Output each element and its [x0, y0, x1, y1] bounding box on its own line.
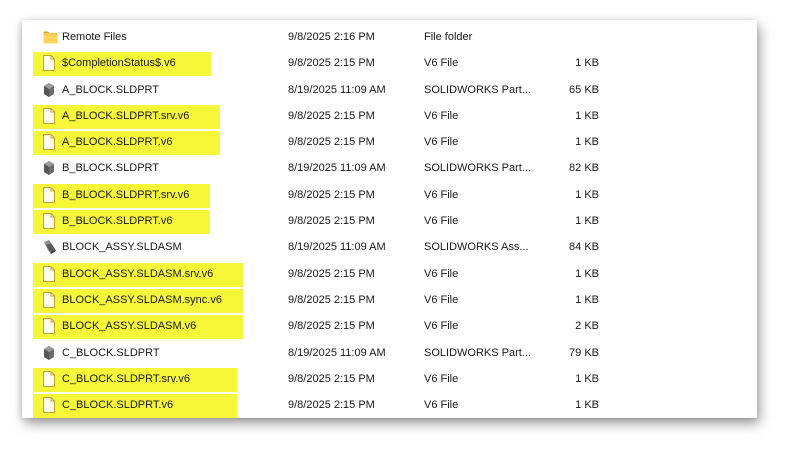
file-type: V6 File: [424, 136, 459, 149]
file-date-modified: 9/8/2025 2:15 PM: [288, 215, 375, 228]
file-list: Remote Files 9/8/2025 2:16 PM File folder $…: [22, 24, 757, 418]
file-size: 1 KB: [575, 136, 599, 149]
file-date-modified: 8/19/2025 11:09 AM: [288, 241, 386, 254]
file-date-modified: 8/19/2025 11:09 AM: [288, 162, 386, 175]
file-size: 82 KB: [569, 162, 599, 175]
file-date-modified: 9/8/2025 2:15 PM: [288, 109, 375, 122]
file-name: B_BLOCK.SLDPRT.v6: [62, 215, 173, 228]
file-icon: [43, 186, 57, 203]
file-type: SOLIDWORKS Ass...: [424, 241, 529, 254]
file-type: V6 File: [424, 372, 459, 385]
solidworks-part-icon: [43, 160, 57, 176]
file-type: V6 File: [424, 57, 459, 70]
file-size: 1 KB: [575, 372, 599, 385]
file-type: SOLIDWORKS Part...: [424, 346, 531, 359]
file-row[interactable]: C_BLOCK.SLDPRT.srv.v6 9/8/2025 2:15 PM V6 …: [22, 366, 757, 392]
file-row[interactable]: B_BLOCK.SLDPRT.srv.v6 9/8/2025 2:15 PM V6 …: [22, 182, 757, 208]
file-row[interactable]: B_BLOCK.SLDPRT.v6 9/8/2025 2:15 PM V6 File…: [22, 208, 757, 235]
file-name: C_BLOCK.SLDPRT.v6: [62, 399, 174, 412]
file-date-modified: 8/19/2025 11:09 AM: [288, 346, 386, 359]
file-row[interactable]: C_BLOCK.SLDPRT.v6 9/8/2025 2:15 PM V6 File…: [22, 392, 757, 418]
file-date-modified: 9/8/2025 2:15 PM: [288, 57, 375, 70]
file-type: V6 File: [424, 399, 459, 412]
file-icon: [43, 107, 57, 124]
file-icon: [43, 134, 57, 151]
file-row[interactable]: C_BLOCK.SLDPRT 8/19/2025 11:09 AM SOLIDWOR…: [22, 340, 757, 366]
file-name: BLOCK_ASSY.SLDASM: [62, 241, 182, 254]
solidworks-part-icon: [43, 345, 57, 361]
file-date-modified: 9/8/2025 2:15 PM: [288, 320, 375, 333]
file-icon: [43, 318, 57, 335]
file-list-panel: Remote Files 9/8/2025 2:16 PM File folder $…: [22, 20, 757, 418]
file-row[interactable]: A_BLOCK.SLDPRT.v6 9/8/2025 2:15 PM V6 File…: [22, 129, 757, 156]
file-type: SOLIDWORKS Part...: [424, 83, 531, 96]
file-date-modified: 9/8/2025 2:15 PM: [288, 136, 375, 149]
file-size: 1 KB: [575, 188, 599, 201]
file-icon: [43, 265, 57, 282]
file-icon: [43, 291, 57, 308]
file-date-modified: 8/19/2025 11:09 AM: [288, 83, 386, 96]
file-size: 2 KB: [575, 320, 599, 333]
file-icon: [43, 213, 57, 230]
file-row[interactable]: BLOCK_ASSY.SLDASM.v6 9/8/2025 2:15 PM V6 F…: [22, 313, 757, 340]
file-name: BLOCK_ASSY.SLDASM.sync.v6: [62, 293, 222, 306]
file-icon: [43, 370, 57, 387]
file-row[interactable]: A_BLOCK.SLDPRT 8/19/2025 11:09 AM SOLIDWOR…: [22, 77, 757, 103]
file-date-modified: 9/8/2025 2:15 PM: [288, 267, 375, 280]
file-size: 84 KB: [569, 241, 599, 254]
file-size: 1 KB: [575, 215, 599, 228]
file-size: 1 KB: [575, 399, 599, 412]
file-icon: [43, 397, 57, 414]
solidworks-assembly-icon: [43, 239, 57, 255]
file-date-modified: 9/8/2025 2:15 PM: [288, 372, 375, 385]
file-type: V6 File: [424, 188, 459, 201]
file-size: 1 KB: [575, 57, 599, 70]
file-size: 1 KB: [575, 293, 599, 306]
file-name: C_BLOCK.SLDPRT: [62, 346, 160, 359]
file-name: BLOCK_ASSY.SLDASM.v6: [62, 320, 197, 333]
file-row[interactable]: BLOCK_ASSY.SLDASM.srv.v6 9/8/2025 2:15 PM…: [22, 261, 757, 287]
file-row[interactable]: B_BLOCK.SLDPRT 8/19/2025 11:09 AM SOLIDWOR…: [22, 155, 757, 181]
file-row[interactable]: A_BLOCK.SLDPRT.srv.v6 9/8/2025 2:15 PM V6 …: [22, 103, 757, 129]
file-type: V6 File: [424, 267, 459, 280]
file-icon: [43, 55, 57, 72]
file-type: V6 File: [424, 215, 459, 228]
file-size: 1 KB: [575, 109, 599, 122]
file-type: V6 File: [424, 109, 459, 122]
file-name: BLOCK_ASSY.SLDASM.srv.v6: [62, 267, 214, 280]
file-date-modified: 9/8/2025 2:15 PM: [288, 188, 375, 201]
file-name: Remote Files: [62, 31, 127, 43]
file-name: A_BLOCK.SLDPRT: [62, 83, 160, 96]
file-type: V6 File: [424, 293, 459, 306]
file-size: 79 KB: [569, 346, 599, 359]
solidworks-part-icon: [43, 82, 57, 98]
file-size: 1 KB: [575, 267, 599, 280]
file-date-modified: 9/8/2025 2:15 PM: [288, 399, 375, 412]
file-name: C_BLOCK.SLDPRT.srv.v6: [62, 372, 190, 385]
file-size: 65 KB: [569, 83, 599, 96]
file-row[interactable]: BLOCK_ASSY.SLDASM.sync.v6 9/8/2025 2:15 P…: [22, 287, 757, 313]
file-date-modified: 9/8/2025 2:16 PM: [288, 31, 375, 43]
file-type: V6 File: [424, 320, 459, 333]
file-row[interactable]: Remote Files 9/8/2025 2:16 PM File folder: [22, 24, 757, 50]
file-type: SOLIDWORKS Part...: [424, 162, 531, 175]
file-name: A_BLOCK.SLDPRT.srv.v6: [62, 109, 190, 122]
folder-icon: [43, 29, 58, 45]
file-name: $CompletionStatus$.v6: [62, 57, 176, 70]
file-name: B_BLOCK.SLDPRT.srv.v6: [62, 188, 190, 201]
file-row[interactable]: BLOCK_ASSY.SLDASM 8/19/2025 11:09 AM SOLID…: [22, 234, 757, 260]
file-date-modified: 9/8/2025 2:15 PM: [288, 293, 375, 306]
file-name: B_BLOCK.SLDPRT: [62, 162, 160, 175]
file-row[interactable]: $CompletionStatus$.v6 9/8/2025 2:15 PM V6 …: [22, 50, 757, 77]
file-name: A_BLOCK.SLDPRT.v6: [62, 136, 173, 149]
file-type: File folder: [424, 31, 473, 43]
